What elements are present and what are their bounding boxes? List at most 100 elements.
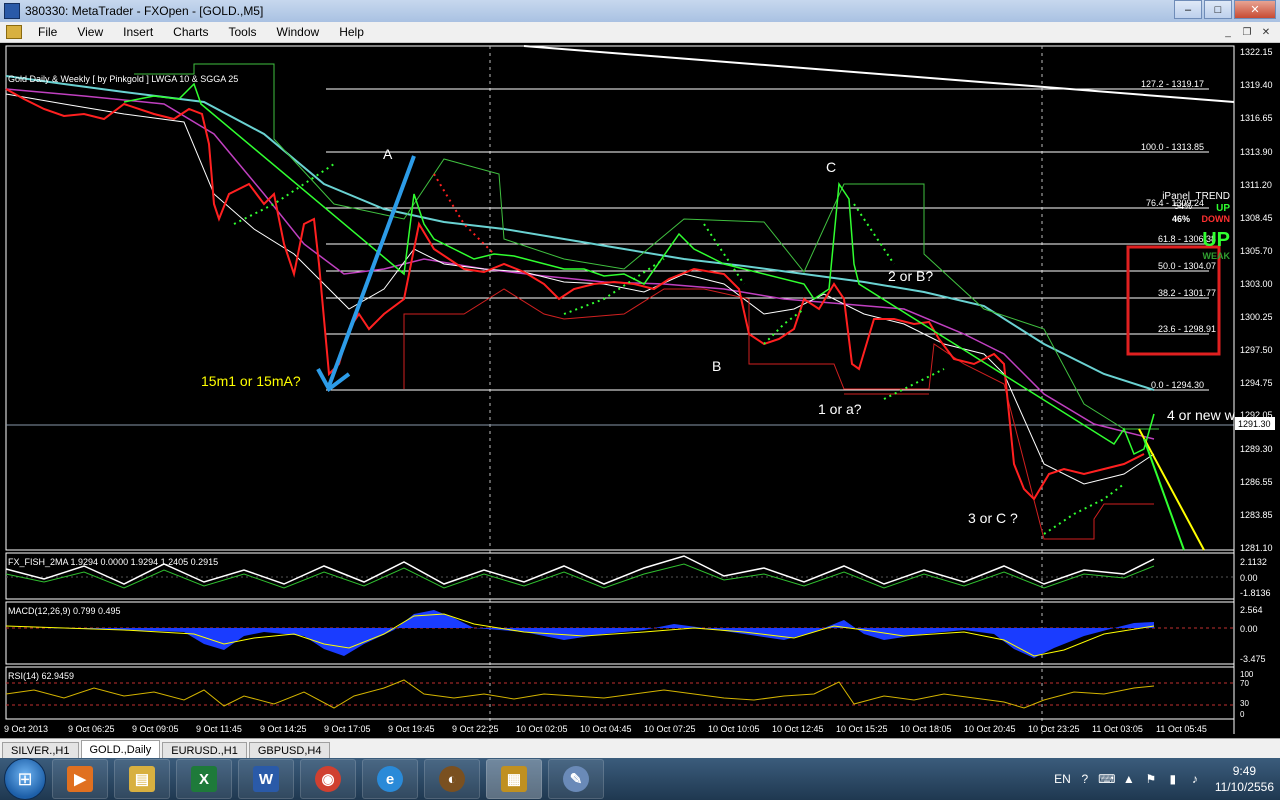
window-controls: – □ ✕: [1172, 0, 1276, 19]
ipanel-title: iPanel_TREND: [1162, 191, 1230, 202]
taskbar-file-explorer[interactable]: ▤: [114, 759, 170, 799]
time-tick: 10 Oct 12:45: [772, 724, 824, 734]
start-button[interactable]: ⊞: [4, 758, 46, 800]
menu-view[interactable]: View: [67, 25, 113, 39]
maximize-button[interactable]: □: [1204, 0, 1232, 19]
macd-tick: 0.00: [1240, 624, 1258, 634]
price-series-green: [123, 82, 1155, 456]
clock[interactable]: 9:49 11/10/2556: [1215, 763, 1274, 795]
tab-silver-h1[interactable]: SILVER.,H1: [2, 742, 79, 759]
taskbar-internet-explorer[interactable]: e: [362, 759, 418, 799]
ipanel-strength: WEAK: [1203, 251, 1231, 261]
macd-tick: 2.564: [1240, 605, 1263, 615]
metatrader-icon: [4, 3, 20, 19]
macd-tick: -3.475: [1240, 654, 1266, 664]
menu-file[interactable]: File: [28, 25, 67, 39]
fib-label: 100.0 - 1313.85: [1141, 142, 1204, 152]
metatrader-icon: ▦: [501, 766, 527, 792]
time-tick: 10 Oct 10:05: [708, 724, 760, 734]
price-tick: 1316.65: [1240, 113, 1273, 123]
time-axis: 9 Oct 2013 9 Oct 06:25 9 Oct 09:05 9 Oct…: [4, 724, 1207, 734]
tab-gold-daily[interactable]: GOLD.,Daily: [80, 740, 161, 759]
network-icon[interactable]: ▮: [1165, 771, 1181, 787]
price-tick: 1303.00: [1240, 279, 1273, 289]
mdi-close-button[interactable]: ✕: [1258, 25, 1274, 39]
menu-help[interactable]: Help: [329, 25, 374, 39]
chrome-icon: ◉: [315, 766, 341, 792]
wave-label-15m: 15m1 or 15mA?: [201, 373, 301, 389]
taskbar-word[interactable]: W: [238, 759, 294, 799]
wave-label-b: B: [712, 358, 721, 374]
price-tick: 1319.40: [1240, 80, 1273, 90]
price-tick: 1300.25: [1240, 312, 1273, 322]
price-tick: 1294.75: [1240, 378, 1273, 388]
price-tick: 1289.30: [1240, 444, 1273, 454]
macd-label: MACD(12,26,9) 0.799 0.495: [8, 606, 121, 616]
time-tick: 9 Oct 19:45: [388, 724, 435, 734]
ipanel-up-label: UP: [1216, 203, 1230, 214]
help-icon[interactable]: ?: [1077, 771, 1093, 787]
language-indicator[interactable]: EN: [1054, 772, 1071, 786]
time-tick: 10 Oct 23:25: [1028, 724, 1080, 734]
ipanel-trend-up: UP: [1202, 229, 1230, 251]
fish-tick: 0.00: [1240, 573, 1258, 583]
mdi-minimize-button[interactable]: _: [1220, 25, 1236, 39]
wave-label-3c: 3 or C ?: [968, 510, 1018, 526]
menu-tools[interactable]: Tools: [219, 25, 267, 39]
indicator-label: Gold Daily & Weekly [ by Pinkgold ] LWGA…: [8, 74, 238, 84]
menu-insert[interactable]: Insert: [113, 25, 163, 39]
fib-label: 0.0 - 1294.30: [1151, 380, 1204, 390]
fib-label: 38.2 - 1301.77: [1158, 288, 1216, 298]
taskbar-excel[interactable]: X: [176, 759, 232, 799]
taskbar-media-player[interactable]: ▶: [52, 759, 108, 799]
clock-time: 9:49: [1232, 764, 1257, 778]
paint-icon: ✎: [563, 766, 589, 792]
time-tick: 9 Oct 17:05: [324, 724, 371, 734]
minimize-button[interactable]: –: [1174, 0, 1202, 19]
flag-icon[interactable]: ⚑: [1143, 771, 1159, 787]
rsi-tick: 30: [1240, 699, 1249, 708]
time-tick: 9 Oct 06:25: [68, 724, 115, 734]
price-axis: 1322.15 1319.40 1316.65 1313.90 1311.20 …: [1240, 47, 1273, 553]
keyboard-icon[interactable]: ⌨: [1098, 771, 1115, 787]
fibonacci-retracement: 127.2 - 1319.17 100.0 - 1313.85 76.4 - 1…: [326, 79, 1216, 391]
taskbar-paint[interactable]: ✎: [548, 759, 604, 799]
chart-window[interactable]: 127.2 - 1319.17 100.0 - 1313.85 76.4 - 1…: [4, 44, 1276, 738]
close-button[interactable]: ✕: [1234, 0, 1276, 19]
rsi-label: RSI(14) 62.9459: [8, 671, 74, 681]
price-tick: 1283.85: [1240, 510, 1273, 520]
tab-gbpusd-h4[interactable]: GBPUSD,H4: [248, 742, 331, 759]
fib-label: 50.0 - 1304.07: [1158, 261, 1216, 271]
tab-eurusd-h1[interactable]: EURUSD.,H1: [162, 742, 247, 759]
parabolic-sar: [1043, 483, 1125, 535]
taskbar-chrome[interactable]: ◉: [300, 759, 356, 799]
projection-line: [1143, 438, 1185, 551]
chevron-up-icon[interactable]: ▲: [1121, 771, 1137, 787]
fib-label: 127.2 - 1319.17: [1141, 79, 1204, 89]
taskbar-metatrader[interactable]: ▦: [486, 759, 542, 799]
internet-explorer-icon: e: [377, 766, 403, 792]
price-tick: 1286.55: [1240, 477, 1273, 487]
excel-icon: X: [191, 766, 217, 792]
price-tick: 1313.90: [1240, 147, 1273, 157]
volume-icon[interactable]: ♪: [1187, 771, 1203, 787]
chart-canvas[interactable]: 127.2 - 1319.17 100.0 - 1313.85 76.4 - 1…: [4, 44, 1276, 738]
menu-window[interactable]: Window: [267, 25, 330, 39]
rsi-line: [5, 679, 1155, 709]
title-bar: 380330: MetaTrader - FXOpen - [GOLD.,M5]…: [0, 0, 1280, 22]
taskbar-gold-app[interactable]: ◐: [424, 759, 480, 799]
price-tick: 1281.10: [1240, 543, 1273, 553]
time-tick: 10 Oct 18:05: [900, 724, 952, 734]
document-icon[interactable]: [6, 25, 22, 39]
rsi-tick: 100: [1240, 670, 1254, 679]
fish-line-green: [5, 563, 1155, 589]
menu-charts[interactable]: Charts: [163, 25, 218, 39]
macd-histogram: [6, 610, 1154, 658]
price-series-red: [5, 88, 1145, 501]
time-tick: 9 Oct 2013: [4, 724, 48, 734]
mdi-restore-button[interactable]: ❐: [1239, 25, 1255, 39]
fish-label: FX_FISH_2MA 1.9294 0.0000 1.9294 1.2405 …: [8, 557, 218, 567]
wave-label-1a: 1 or a?: [818, 401, 862, 417]
price-tick: 1322.15: [1240, 47, 1273, 57]
time-tick: 9 Oct 14:25: [260, 724, 307, 734]
